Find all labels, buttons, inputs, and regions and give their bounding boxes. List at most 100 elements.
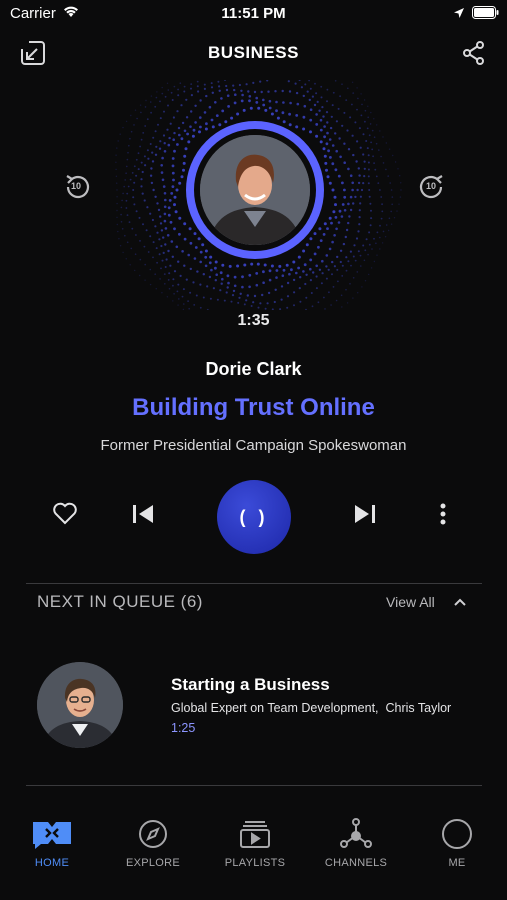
visualizer-dot [260, 90, 263, 94]
tab-channels[interactable]: CHANNELS [306, 800, 406, 880]
visualizer-dot [259, 80, 262, 83]
visualizer-dot [295, 271, 298, 275]
visualizer-dot [331, 188, 335, 192]
visualizer-dot [173, 85, 176, 88]
visualizer-dot [163, 205, 167, 209]
visualizer-dot [326, 131, 329, 135]
visualizer-dot [189, 241, 193, 245]
visualizer-dot [351, 103, 353, 106]
visualizer-dot [129, 137, 131, 140]
visualizer-dot [233, 88, 236, 92]
visualizer-dot [162, 236, 165, 239]
visualizer-dot [343, 111, 346, 114]
like-button[interactable] [48, 500, 82, 532]
visualizer-dot [363, 167, 366, 170]
visualizer-dot [369, 224, 372, 227]
visualizer-dot [294, 82, 297, 85]
tab-me-label: ME [448, 857, 466, 869]
visualizer-dot [347, 221, 350, 225]
visualizer-dot [326, 121, 329, 124]
visualizer-dot [360, 188, 364, 192]
visualizer-dot [354, 195, 357, 199]
visualizer-dot [381, 210, 384, 213]
visualizer-dot [167, 89, 170, 91]
visualizer-dot [181, 295, 184, 298]
visualizer-dot [140, 178, 143, 181]
previous-button[interactable] [126, 500, 160, 532]
visualizer-dot [173, 195, 177, 199]
status-bar: Carrier 11:51 PM [0, 0, 507, 30]
clock: 11:51 PM [221, 5, 286, 22]
visualizer-dot [187, 253, 190, 257]
visualizer-dot [296, 102, 300, 106]
speaker-avatar [186, 121, 324, 259]
visualizer-dot [274, 288, 277, 291]
visualizer-dot [179, 274, 182, 277]
visualizer-dot [248, 99, 251, 103]
visualizer-dot [378, 149, 380, 151]
visualizer-dot [315, 264, 319, 268]
visualizer-dot [279, 308, 282, 310]
visualizer-dot [183, 303, 185, 305]
visualizer-dot [302, 94, 305, 98]
visualizer-dot [282, 268, 286, 272]
visualizer-dot [295, 91, 299, 95]
visualizer-dot [320, 85, 323, 88]
share-button[interactable] [456, 37, 492, 73]
visualizer-dot [203, 83, 206, 86]
visualizer-dot [385, 142, 387, 144]
play-pause-button[interactable]: ( ) [217, 480, 291, 554]
visualizer-dot [393, 217, 396, 219]
visualizer-dot [178, 181, 182, 185]
tab-me[interactable]: ME [407, 800, 507, 880]
more-options-button[interactable] [430, 500, 456, 532]
visualizer-dot [204, 255, 208, 259]
visualizer-dot [157, 208, 161, 212]
visualizer-dot [124, 179, 126, 181]
tab-playlists[interactable]: PLAYLISTS [205, 800, 305, 880]
visualizer-dot [227, 281, 230, 285]
visualizer-dot [143, 245, 146, 248]
visualizer-dot [345, 288, 347, 291]
visualizer-dot [323, 135, 326, 139]
visualizer-dot [398, 203, 400, 205]
visualizer-dot [199, 125, 202, 129]
visualizer-dot [126, 192, 129, 195]
visualizer-dot [368, 273, 370, 276]
visualizer-dot [293, 291, 296, 294]
visualizer-dot [380, 196, 383, 198]
visualizer-dot [120, 206, 123, 209]
visualizer-dot [166, 234, 170, 237]
visualizer-dot [268, 278, 272, 282]
visualizer-dot [358, 209, 361, 212]
visualizer-dot [380, 155, 382, 158]
tab-explore[interactable]: EXPLORE [103, 800, 203, 880]
visualizer-dot [147, 251, 150, 253]
tab-home[interactable]: HOME [2, 800, 102, 880]
visualizer-dot [157, 123, 159, 126]
visualizer-dot [366, 127, 369, 130]
visualizer-dot [349, 283, 351, 285]
visualizer-dot [134, 269, 136, 272]
visualizer-dot [119, 133, 121, 135]
visualizer-dot [135, 234, 137, 236]
visualizer-dot [218, 89, 221, 92]
visualizer-dot [370, 217, 373, 220]
visualizer-dot [193, 257, 197, 260]
visualizer-dot [286, 306, 289, 309]
visualizer-dot [314, 82, 316, 85]
view-all-link[interactable]: View All [386, 594, 435, 610]
visualizer-dot [147, 157, 150, 160]
visualizer-dot [388, 148, 391, 150]
visualizer-dot [343, 195, 347, 199]
forward-10-button[interactable]: 10 [414, 170, 448, 204]
visualizer-dot [330, 115, 333, 118]
visualizer-dot [116, 209, 118, 212]
visualizer-dot [199, 99, 202, 102]
rewind-10-button[interactable]: 10 [61, 170, 95, 204]
chevron-up-icon[interactable] [452, 594, 468, 615]
visualizer-dot [337, 174, 341, 178]
next-button[interactable] [348, 500, 382, 532]
visualizer-dot [351, 81, 354, 83]
visualizer-dot [337, 280, 339, 283]
